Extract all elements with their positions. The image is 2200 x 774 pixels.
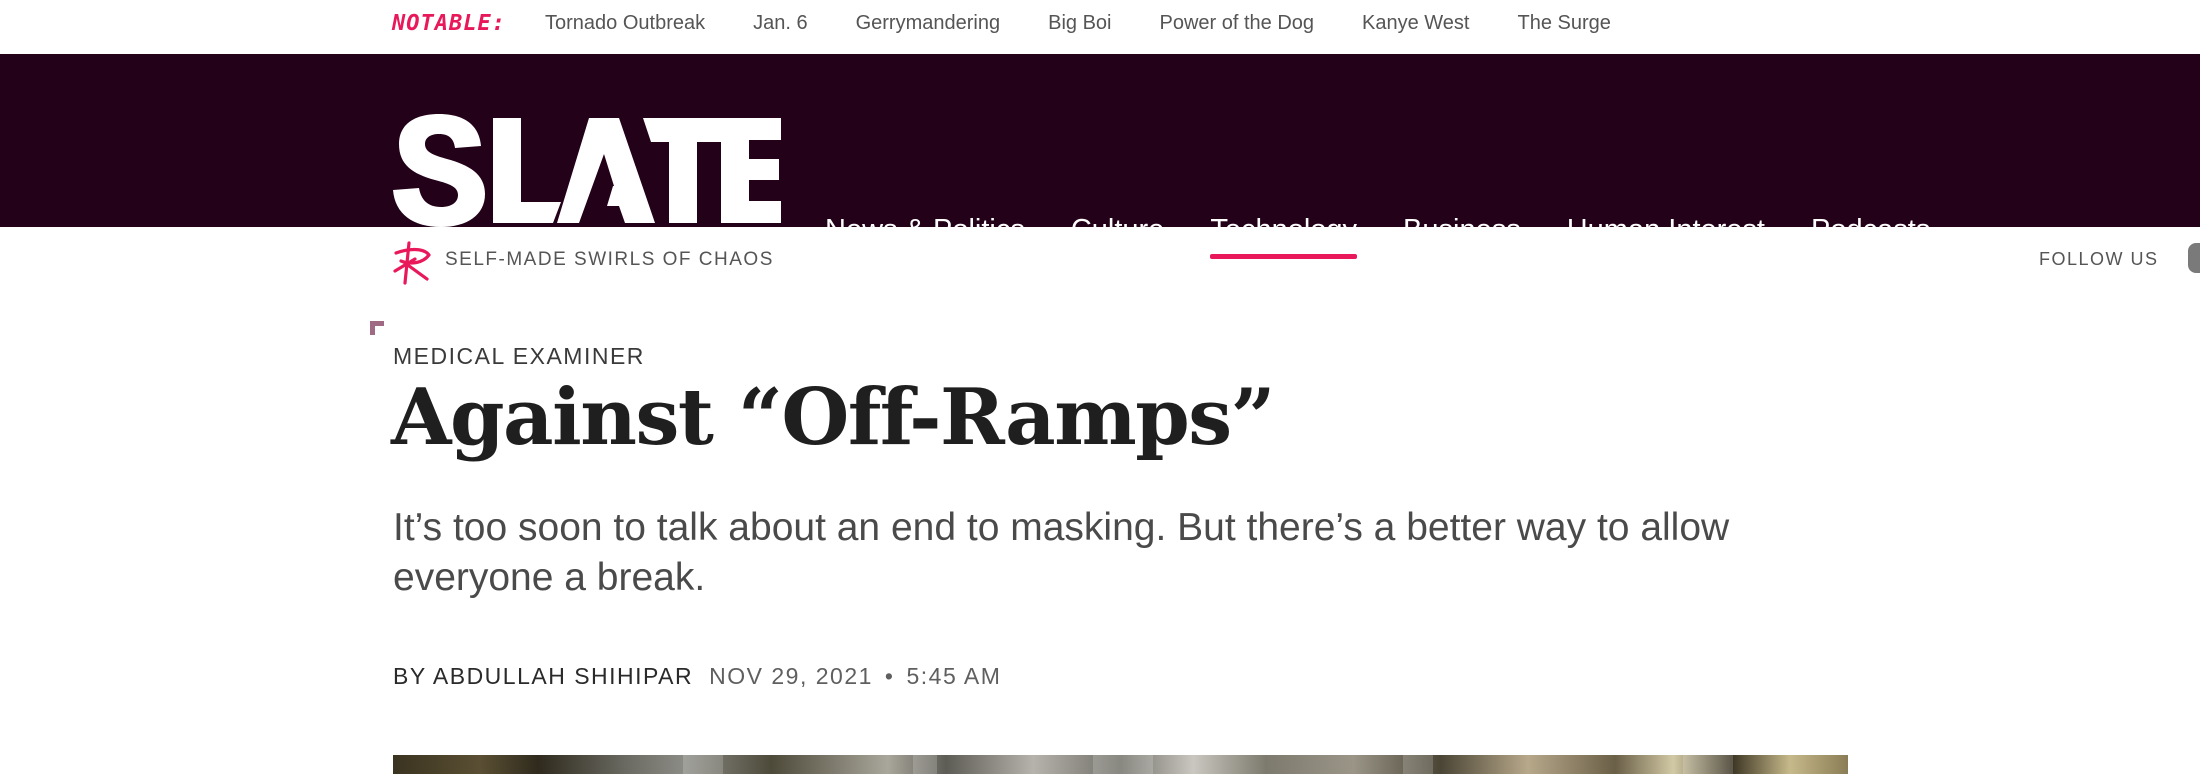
article-dek: It’s too soon to talk about an end to ma…	[393, 506, 1730, 599]
follow-us-button[interactable]: FOLLOW US	[2039, 249, 2159, 270]
article-byline: BY ABDULLAH SHIHIPAR NOV 29, 2021 • 5:45…	[393, 663, 1001, 690]
notable-link-tornado-outbreak[interactable]: Tornado Outbreak	[545, 12, 705, 35]
slate-squiggle-icon	[393, 241, 431, 285]
notable-links: Tornado Outbreak Jan. 6 Gerrymandering B…	[545, 12, 1659, 35]
article-kicker[interactable]: MEDICAL EXAMINER	[393, 343, 645, 370]
byline-date: NOV 29, 2021	[709, 663, 873, 689]
lead-image	[393, 755, 1848, 774]
tagline: SELF-MADE SWIRLS OF CHAOS	[445, 249, 774, 270]
notable-link-kanye-west[interactable]: Kanye West	[1362, 12, 1469, 35]
notable-link-gerrymandering[interactable]: Gerrymandering	[856, 12, 1001, 35]
article-headline: Against “Off-Ramps”	[391, 372, 1276, 463]
notable-link-jan-6[interactable]: Jan. 6	[753, 12, 807, 35]
slate-logo[interactable]	[393, 114, 781, 227]
subheader: SELF-MADE SWIRLS OF CHAOS FOLLOW US	[0, 227, 2200, 297]
corner-bracket-icon	[370, 321, 384, 335]
notable-bar: NOTABLE: Tornado Outbreak Jan. 6 Gerryma…	[0, 0, 2200, 54]
byline-author[interactable]: BY ABDULLAH SHIHIPAR	[393, 663, 693, 690]
byline-separator: •	[884, 663, 895, 689]
notable-link-the-surge[interactable]: The Surge	[1517, 12, 1610, 35]
notable-link-power-of-the-dog[interactable]: Power of the Dog	[1159, 12, 1314, 35]
masthead: News & Politics Culture Technology Busin…	[0, 54, 2200, 259]
social-icon[interactable]	[2188, 243, 2200, 273]
notable-label: NOTABLE:	[392, 11, 506, 36]
byline-time: 5:45 AM	[906, 663, 1002, 689]
notable-link-big-boi[interactable]: Big Boi	[1048, 12, 1111, 35]
